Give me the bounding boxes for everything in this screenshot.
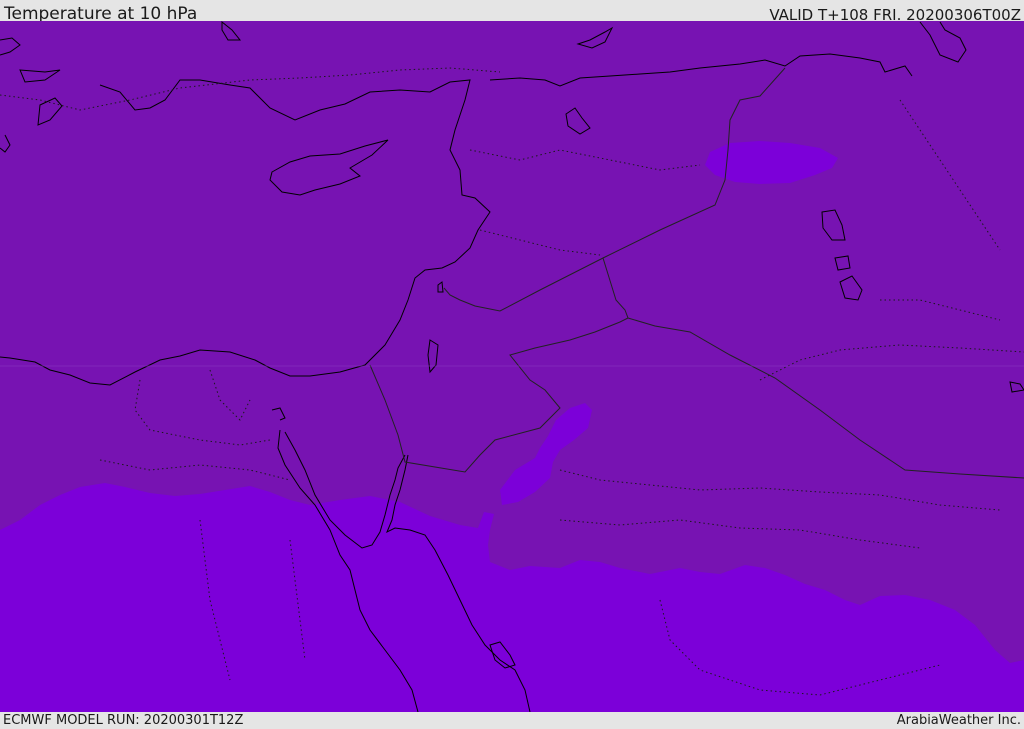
credit-label: ArabiaWeather Inc.	[896, 713, 1021, 728]
temperature-map	[0, 21, 1024, 712]
model-run-label: ECMWF MODEL RUN: 20200301T12Z	[3, 713, 244, 728]
header-bar: Temperature at 10 hPa VALID T+108 FRI. 2…	[0, 0, 1024, 24]
footer-bar: ECMWF MODEL RUN: 20200301T12Z ArabiaWeat…	[0, 712, 1024, 729]
